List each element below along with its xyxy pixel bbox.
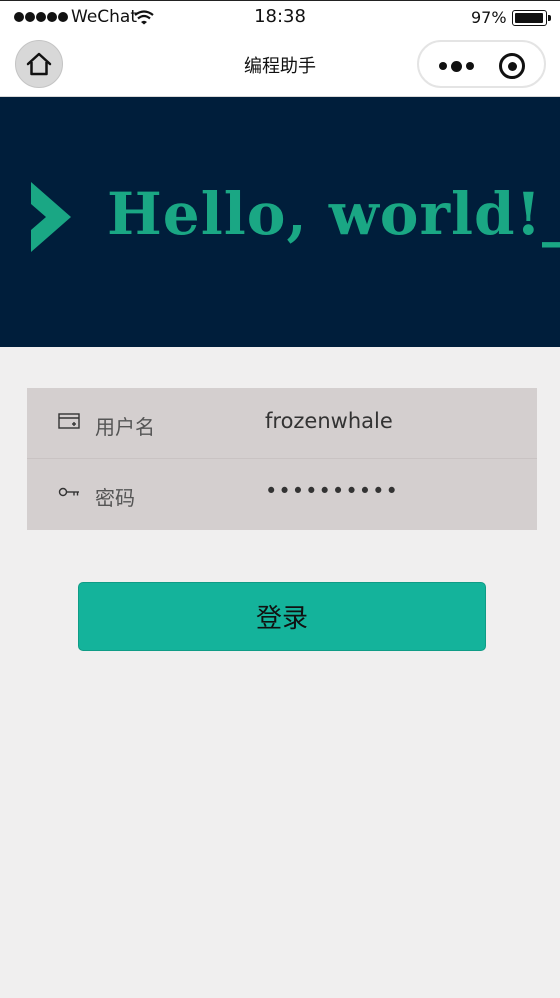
close-button[interactable] (497, 51, 527, 81)
navigation-bar: 编程助手 (0, 34, 560, 97)
password-label: 密码 (95, 486, 135, 510)
battery-percent: 97% (471, 8, 507, 27)
username-label: 用户名 (95, 415, 155, 439)
id-card-icon (58, 413, 80, 429)
menu-capsule (417, 40, 546, 88)
banner-headline: Hello, world!_ (107, 180, 560, 248)
status-bar: WeChat 18:38 97% (0, 0, 560, 34)
username-field[interactable]: frozenwhale (265, 409, 393, 433)
username-row[interactable]: 用户名 frozenwhale (27, 388, 537, 459)
password-row[interactable]: 密码 •••••••••• (27, 459, 537, 530)
login-form: 用户名 frozenwhale 密码 •••••••••• (27, 388, 537, 530)
more-button[interactable] (431, 54, 481, 78)
key-icon (58, 487, 79, 497)
hero-banner: Hello, world!_ (0, 97, 560, 347)
close-circle-icon (499, 53, 525, 79)
password-field[interactable]: •••••••••• (265, 479, 399, 503)
login-button[interactable]: 登录 (78, 582, 486, 651)
battery-icon (512, 10, 551, 26)
chevron-right-icon (31, 182, 71, 252)
more-icon (438, 62, 447, 70)
